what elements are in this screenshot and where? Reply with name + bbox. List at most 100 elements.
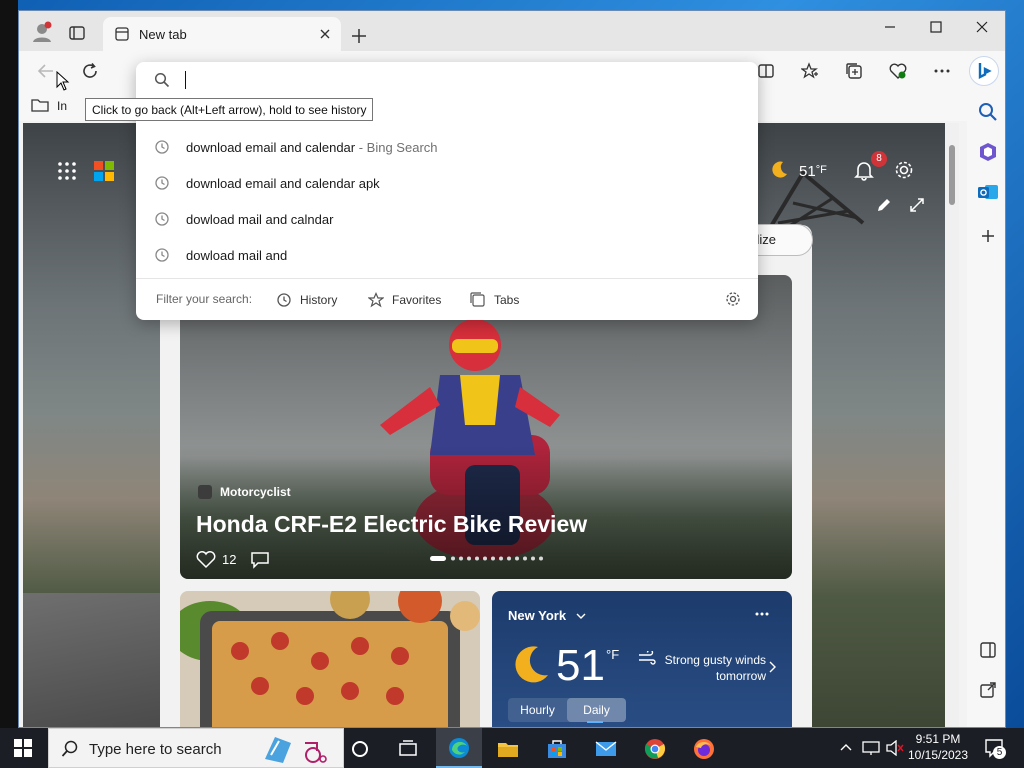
cortana-icon[interactable] (349, 738, 371, 760)
browser-essentials-icon[interactable] (889, 62, 907, 80)
filter-history-label: History (300, 293, 338, 307)
taskbar-clock[interactable]: 9:51 PM 10/15/2023 (906, 731, 970, 763)
carousel-dots[interactable] (430, 556, 550, 562)
notification-count-badge: 8 (871, 151, 887, 167)
search-filter-row: Filter your search: History Favorites Ta… (136, 278, 758, 320)
suggestion-text: dowload mail and calndar (186, 211, 334, 227)
moon-weather-icon[interactable] (768, 159, 790, 181)
refresh-icon[interactable] (81, 62, 99, 80)
tray-chevron-up-icon[interactable] (840, 742, 852, 752)
tab-title: New tab (139, 27, 187, 42)
suggestion-item[interactable]: dowload mail and calndar (136, 201, 758, 237)
browser-window: New tab In 51 °F 8 nalize Motorcyclist H… (18, 10, 1006, 728)
tab-strip: New tab (19, 11, 1005, 51)
weather-temp-top[interactable]: 51 °F (799, 163, 827, 180)
page-settings-gear-icon[interactable] (893, 159, 915, 181)
chrome-icon[interactable] (644, 738, 666, 760)
new-tab-plus-icon[interactable] (351, 28, 367, 44)
volume-muted-icon[interactable] (886, 740, 904, 756)
mail-icon[interactable] (595, 738, 617, 760)
weather-tabs: Hourly Daily (508, 698, 626, 722)
start-windows-icon[interactable] (14, 739, 32, 757)
suggestion-text: dowload mail and (186, 247, 288, 263)
taskbar-search-box[interactable]: Type here to search (48, 728, 344, 768)
split-screen-icon[interactable] (757, 62, 775, 80)
history-clock-icon (277, 293, 291, 307)
history-clock-icon (154, 175, 170, 191)
close-tab-icon[interactable] (319, 28, 331, 40)
sidebar-office-icon[interactable] (977, 141, 999, 163)
suggestion-text: download email and calendar - Bing Searc… (186, 139, 438, 155)
chevron-right-icon[interactable] (768, 661, 776, 673)
maximize-button[interactable] (913, 11, 959, 43)
food-article-card[interactable] (180, 591, 480, 727)
filter-history-button[interactable]: History (276, 292, 337, 308)
filter-favorites-label: Favorites (392, 293, 442, 307)
task-view-icon[interactable] (397, 738, 419, 760)
weather-card[interactable]: New York 51 °F Strong gusty winds tomorr… (492, 591, 792, 727)
network-icon[interactable] (862, 740, 880, 756)
sidebar-outlook-icon[interactable] (977, 181, 999, 203)
filter-favorites-button[interactable]: Favorites (368, 292, 441, 308)
hide-sidebar-icon[interactable] (977, 639, 999, 661)
bing-copilot-icon[interactable] (969, 56, 999, 86)
weather-city[interactable]: New York (508, 608, 566, 623)
close-window-button[interactable] (959, 11, 1005, 43)
file-explorer-icon[interactable] (497, 738, 519, 760)
filter-settings-gear-icon[interactable] (725, 291, 741, 307)
hero-source[interactable]: Motorcyclist (220, 485, 291, 499)
star-icon (368, 292, 384, 308)
weather-card-unit: °F (606, 647, 620, 662)
weather-forecast[interactable]: Strong gusty winds tomorrow (656, 652, 766, 684)
chevron-down-icon[interactable] (576, 611, 586, 621)
favorites-folder-label[interactable]: In (57, 99, 67, 113)
history-clock-icon (154, 139, 170, 155)
back-arrow-icon[interactable] (37, 62, 55, 80)
taskbar-search-placeholder: Type here to search (89, 741, 222, 758)
address-bar-input[interactable] (184, 67, 744, 93)
suggestion-text: download email and calendar apk (186, 175, 380, 191)
folder-icon[interactable] (31, 97, 49, 113)
comment-icon[interactable] (250, 551, 270, 569)
filter-tabs-label: Tabs (494, 293, 520, 307)
like-heart-icon[interactable] (196, 551, 216, 569)
hero-title[interactable]: Honda CRF-E2 Electric Bike Review (196, 511, 587, 538)
tab-new-tab[interactable]: New tab (103, 17, 341, 51)
clock-time: 9:51 PM (915, 732, 961, 746)
windows-taskbar: Type here to search 9:51 PM 10/15/2023 5 (0, 728, 1024, 768)
weather-more-icon[interactable] (754, 611, 770, 617)
edit-background-icon[interactable] (876, 197, 892, 213)
edge-icon (448, 737, 470, 759)
scrollbar-thumb[interactable] (949, 145, 955, 205)
more-options-icon[interactable] (933, 62, 951, 80)
clock-date: 10/15/2023 (907, 748, 969, 762)
taskbar-edge-button[interactable] (436, 728, 482, 768)
tab-hourly[interactable]: Hourly (508, 698, 567, 722)
expand-background-icon[interactable] (909, 197, 925, 213)
back-button-tooltip: Click to go back (Alt+Left arrow), hold … (85, 98, 374, 121)
weather-card-temp: 51 (556, 641, 605, 690)
filter-tabs-button[interactable]: Tabs (470, 292, 519, 308)
tab-daily[interactable]: Daily (567, 698, 626, 722)
suggestion-item[interactable]: dowload mail and (136, 237, 758, 273)
history-clock-icon (154, 247, 170, 263)
action-center-badge: 5 (993, 746, 1006, 759)
tabs-icon (470, 292, 485, 307)
hero-article-card[interactable]: Motorcyclist Honda CRF-E2 Electric Bike … (180, 275, 792, 579)
open-external-icon[interactable] (977, 679, 999, 701)
page-scrollbar[interactable] (945, 123, 959, 727)
collections-icon[interactable] (845, 62, 863, 80)
minimize-button[interactable] (867, 11, 913, 43)
app-launcher-icon[interactable] (57, 161, 77, 181)
suggestion-item[interactable]: download email and calendar apk (136, 165, 758, 201)
firefox-icon[interactable] (693, 738, 715, 760)
tab-actions-icon[interactable] (69, 25, 85, 41)
search-icon (154, 72, 170, 88)
sidebar-search-icon[interactable] (977, 101, 999, 123)
microsoft-store-icon[interactable] (546, 738, 568, 760)
sidebar-add-icon[interactable] (977, 225, 999, 247)
profile-avatar-icon[interactable] (31, 21, 53, 43)
favorites-star-icon[interactable] (801, 62, 819, 80)
suggestion-item[interactable]: download email and calendar - Bing Searc… (136, 129, 758, 165)
crescent-moon-icon (508, 643, 552, 687)
